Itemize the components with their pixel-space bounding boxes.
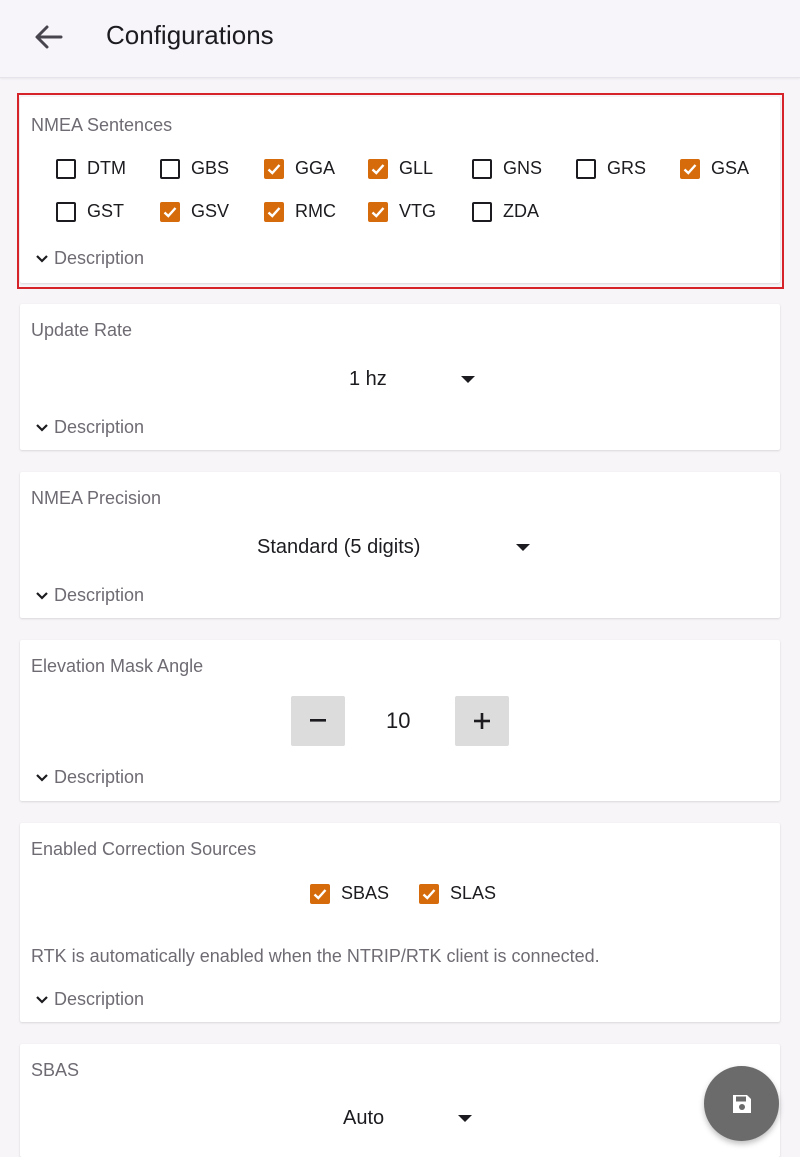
app-bar: Configurations <box>0 0 800 78</box>
sbas-card: SBAS Auto <box>20 1044 780 1157</box>
checkbox-gns[interactable]: GNS <box>472 158 542 179</box>
elevation-mask-card: Elevation Mask Angle 10 Description <box>20 640 780 801</box>
checkbox-box <box>56 201 76 222</box>
checkbox-vtg[interactable]: VTG <box>368 201 436 222</box>
sbas-title: SBAS <box>31 1060 80 1080</box>
description-toggle[interactable]: Description <box>35 989 144 1010</box>
minus-icon <box>310 719 326 722</box>
check-icon <box>422 888 436 900</box>
description-label: Description <box>54 989 145 1009</box>
checkbox-label: RMC <box>295 201 336 221</box>
checkbox-label: GNS <box>503 158 543 178</box>
nmea-precision-title: NMEA Precision <box>31 488 162 508</box>
checkbox-label: GST <box>87 201 125 221</box>
check-icon <box>371 163 385 175</box>
plus-icon <box>474 713 490 729</box>
nmea-sentences-title: NMEA Sentences <box>31 115 173 135</box>
checkbox-label: VTG <box>399 201 437 221</box>
checkbox-dtm[interactable]: DTM <box>56 158 126 179</box>
checkbox-box <box>472 158 492 179</box>
description-toggle[interactable]: Description <box>35 585 144 606</box>
sbas-dropdown[interactable]: Auto <box>343 1107 473 1130</box>
check-icon <box>267 163 281 175</box>
checkbox-label: SBAS <box>341 883 390 903</box>
checkbox-label: DTM <box>87 158 126 178</box>
nmea-precision-value: Standard (5 digits) <box>257 536 421 558</box>
description-label: Description <box>54 248 145 268</box>
description-label: Description <box>54 417 145 437</box>
checkbox-box <box>160 201 180 222</box>
checkbox-sbas[interactable]: SBAS <box>310 883 389 904</box>
nmea-precision-dropdown[interactable]: Standard (5 digits) <box>257 536 531 559</box>
checkbox-label: GSV <box>191 201 230 221</box>
checkbox-slas[interactable]: SLAS <box>419 883 496 904</box>
dropdown-arrow-icon <box>516 543 531 551</box>
checkbox-box <box>160 158 180 179</box>
chevron-down-icon <box>36 254 48 263</box>
checkbox-gga[interactable]: GGA <box>264 158 335 179</box>
checkbox-label: GSA <box>711 158 750 178</box>
chevron-down-icon <box>36 995 48 1004</box>
save-fab-button[interactable] <box>704 1066 779 1141</box>
sbas-value: Auto <box>343 1107 385 1129</box>
chevron-down-icon <box>36 773 48 782</box>
checkbox-label: GBS <box>191 158 230 178</box>
checkbox-gbs[interactable]: GBS <box>160 158 229 179</box>
checkbox-box <box>310 883 330 904</box>
elevation-mask-value: 10 <box>386 708 411 733</box>
checkbox-box <box>576 158 596 179</box>
update-rate-title: Update Rate <box>31 320 133 340</box>
check-icon <box>371 206 385 218</box>
arrow-back-icon <box>35 25 63 49</box>
update-rate-dropdown[interactable]: 1 hz <box>349 368 475 391</box>
description-toggle[interactable]: Description <box>35 248 144 269</box>
checkbox-gsv[interactable]: GSV <box>160 201 229 222</box>
checkbox-box <box>680 158 700 179</box>
elevation-mask-title: Elevation Mask Angle <box>31 656 204 676</box>
update-rate-value: 1 hz <box>349 368 387 390</box>
checkbox-label: SLAS <box>450 883 497 903</box>
checkbox-box <box>472 201 492 222</box>
checkbox-box <box>56 158 76 179</box>
checkbox-gst[interactable]: GST <box>56 201 124 222</box>
checkbox-label: GLL <box>399 158 434 178</box>
description-label: Description <box>54 585 145 605</box>
description-toggle[interactable]: Description <box>35 417 144 438</box>
description-label: Description <box>54 767 145 787</box>
checkbox-gsa[interactable]: GSA <box>680 158 749 179</box>
dropdown-arrow-icon <box>460 375 475 383</box>
correction-sources-card: Enabled Correction Sources SBAS SLAS RTK… <box>20 823 780 1022</box>
save-icon <box>732 1094 751 1113</box>
back-button[interactable] <box>26 14 72 60</box>
checkbox-box <box>419 883 439 904</box>
checkbox-box <box>264 158 284 179</box>
update-rate-card: Update Rate 1 hz Description <box>20 304 780 450</box>
check-icon <box>683 163 697 175</box>
checkbox-box <box>368 201 388 222</box>
check-icon <box>267 206 281 218</box>
nmea-precision-card: NMEA Precision Standard (5 digits) Descr… <box>20 472 780 618</box>
chevron-down-icon <box>36 423 48 432</box>
checkbox-grs[interactable]: GRS <box>576 158 646 179</box>
checkbox-zda[interactable]: ZDA <box>472 201 539 222</box>
checkbox-box <box>368 158 388 179</box>
check-icon <box>313 888 327 900</box>
dropdown-arrow-icon <box>458 1114 473 1122</box>
nmea-sentences-card: NMEA Sentences DTM GBS GGA GLL GNS GRS G… <box>20 97 780 283</box>
checkbox-label: GGA <box>295 158 336 178</box>
checkbox-rmc[interactable]: RMC <box>264 201 336 222</box>
increment-button[interactable] <box>455 696 509 746</box>
page-title: Configurations <box>106 20 274 50</box>
correction-sources-title: Enabled Correction Sources <box>31 839 257 859</box>
chevron-down-icon <box>36 591 48 600</box>
checkbox-label: ZDA <box>503 201 539 221</box>
checkbox-gll[interactable]: GLL <box>368 158 433 179</box>
description-toggle[interactable]: Description <box>35 767 144 788</box>
checkbox-box <box>264 201 284 222</box>
checkbox-label: GRS <box>607 158 647 178</box>
check-icon <box>163 206 177 218</box>
rtk-note: RTK is automatically enabled when the NT… <box>31 946 600 966</box>
decrement-button[interactable] <box>291 696 345 746</box>
